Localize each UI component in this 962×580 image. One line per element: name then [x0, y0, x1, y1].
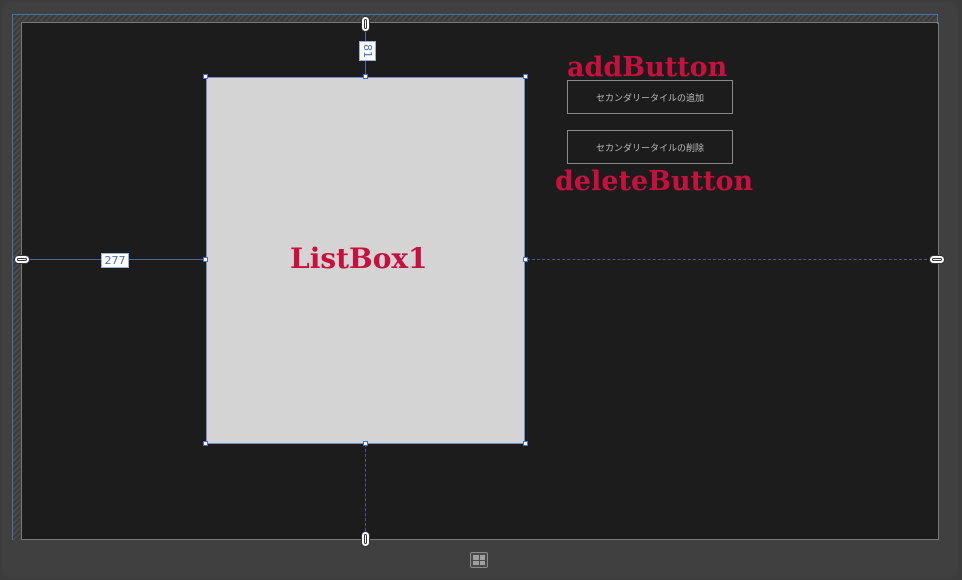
bottom-pin-anchor-icon[interactable] [361, 531, 370, 547]
windows-logo-icon[interactable] [470, 552, 488, 568]
outer-frame-right [937, 14, 938, 24]
resize-handle-bottom-middle[interactable] [363, 441, 368, 446]
resize-handle-top-middle[interactable] [363, 74, 368, 79]
delete-secondary-tile-button[interactable]: セカンダリータイルの削除 [567, 130, 733, 164]
resize-handle-middle-left[interactable] [203, 257, 208, 262]
outer-frame-left [12, 14, 13, 540]
top-margin-value: 81 [359, 41, 376, 61]
top-pin-anchor-icon[interactable] [361, 16, 370, 32]
listbox-name-label: ListBox1 [290, 242, 428, 275]
left-pin-anchor-icon[interactable] [14, 255, 30, 264]
top-margin-hatch [12, 14, 938, 21]
add-button-annotation: addButton [567, 52, 728, 83]
left-margin-value: 277 [101, 253, 129, 268]
outer-frame-top [12, 14, 938, 15]
right-pin-anchor-icon[interactable] [929, 255, 945, 264]
resize-handle-middle-right[interactable] [523, 257, 528, 262]
resize-handle-top-right[interactable] [523, 74, 528, 79]
resize-handle-bottom-right[interactable] [523, 441, 528, 446]
resize-handle-top-left[interactable] [203, 74, 208, 79]
right-margin-guide [527, 259, 927, 260]
resize-handle-bottom-left[interactable] [203, 441, 208, 446]
add-secondary-tile-button[interactable]: セカンダリータイルの追加 [567, 80, 733, 114]
delete-button-annotation: deleteButton [555, 166, 754, 197]
bottom-margin-guide [365, 444, 366, 536]
left-margin-hatch [12, 14, 20, 540]
